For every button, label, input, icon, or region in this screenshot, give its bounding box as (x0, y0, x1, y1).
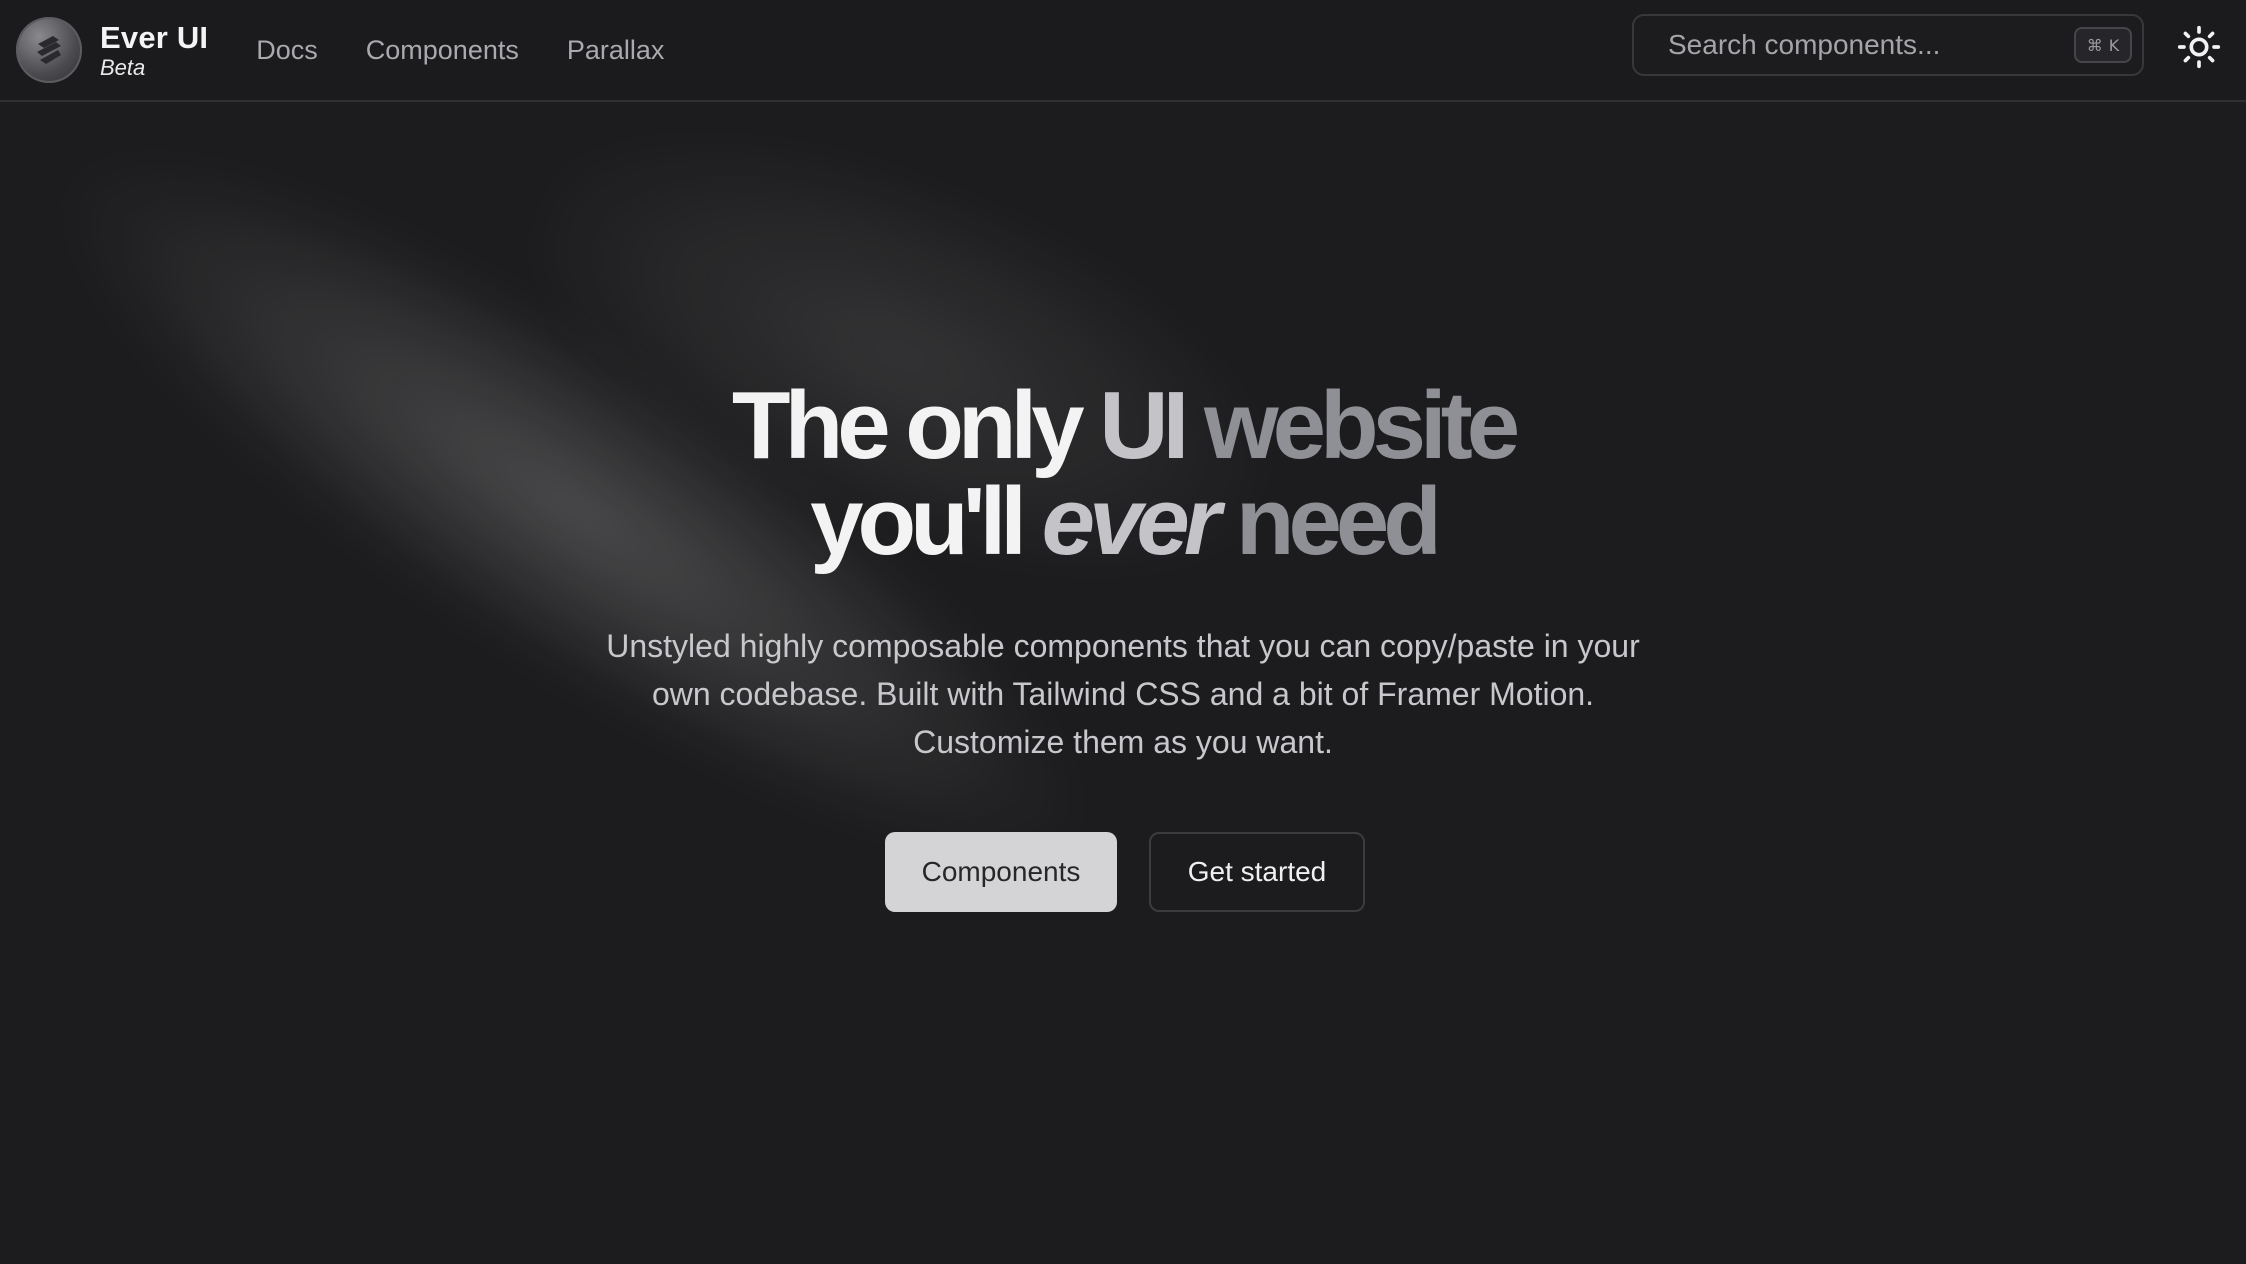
heading-text-the-only: The only (731, 372, 1085, 479)
heading-text-ever: ever (1041, 468, 1222, 575)
shortcut-key-label: K (2108, 35, 2120, 55)
main-nav: Docs Components Parallax (256, 35, 664, 66)
brand-logo-link[interactable]: Ever UI Beta (16, 17, 208, 83)
command-key-icon: ⌘ (2086, 35, 2103, 55)
top-navbar: Ever UI Beta Docs Components Parallax ⌘ … (0, 0, 2246, 102)
heading-text-ui: UI (1099, 372, 1189, 479)
hero-heading-line-1: The only UI website (0, 378, 2246, 474)
hero-actions: Components Get started (885, 832, 1365, 912)
page: Ever UI Beta Docs Components Parallax ⌘ … (0, 0, 2246, 1264)
nav-link-components[interactable]: Components (366, 35, 519, 66)
hero-description: Unstyled highly composable components th… (606, 628, 1640, 760)
ever-ui-logo-icon (16, 17, 82, 83)
keyboard-shortcut-badge: ⌘ K (2074, 27, 2132, 63)
nav-link-docs[interactable]: Docs (256, 35, 318, 66)
hero-heading-line-2: you'll ever need (0, 474, 2246, 570)
get-started-button[interactable]: Get started (1149, 832, 1365, 912)
heading-text-website: website (1203, 372, 1520, 479)
nav-link-parallax[interactable]: Parallax (567, 35, 665, 66)
theme-toggle-button[interactable] (2172, 20, 2226, 74)
heading-text-youll: you'll (810, 468, 1027, 575)
sun-icon (2177, 25, 2221, 69)
components-button[interactable]: Components (885, 832, 1117, 912)
search-box[interactable]: ⌘ K (1632, 14, 2144, 76)
search-input[interactable] (1666, 28, 2050, 62)
heading-text-need: need (1235, 468, 1442, 575)
brand-name: Ever UI (100, 19, 209, 55)
brand-beta-tag: Beta (100, 54, 146, 80)
